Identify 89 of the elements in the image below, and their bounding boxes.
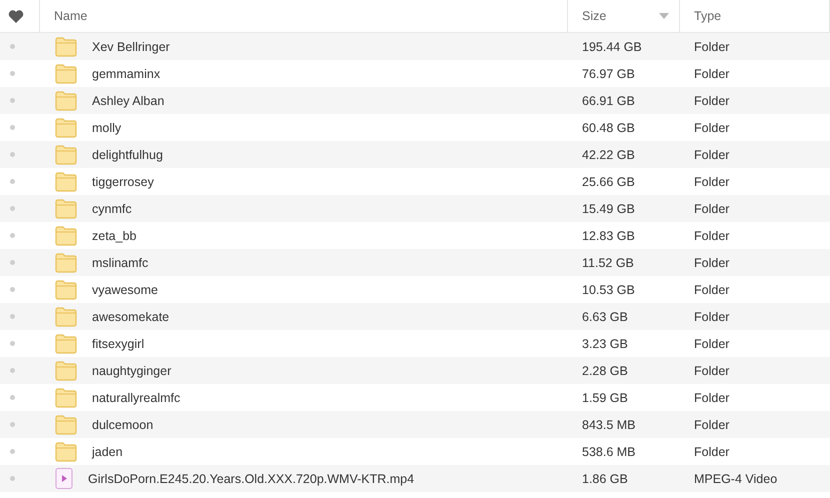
folder-icon bbox=[55, 442, 77, 462]
bullet-icon bbox=[10, 44, 14, 49]
folder-icon bbox=[55, 144, 77, 164]
file-type: Folder bbox=[694, 228, 730, 242]
bullet-icon bbox=[10, 206, 14, 211]
file-type: MPEG-4 Video bbox=[694, 472, 778, 486]
file-size: 11.52 GB bbox=[582, 256, 634, 270]
folder-icon bbox=[55, 360, 77, 380]
column-header[interactable]: Size bbox=[582, 9, 606, 23]
bullet-icon bbox=[10, 449, 14, 454]
file-type: Folder bbox=[694, 148, 730, 162]
folder-icon bbox=[55, 334, 77, 354]
bullet-icon bbox=[10, 395, 14, 400]
bullet-icon bbox=[10, 260, 14, 265]
file-type: Folder bbox=[694, 120, 730, 134]
file-size: 843.5 MB bbox=[582, 418, 636, 432]
folder-icon bbox=[55, 36, 77, 56]
folder-icon bbox=[55, 306, 77, 326]
file-name[interactable]: tiggerrosey bbox=[92, 174, 154, 188]
file-size: 25.66 GB bbox=[582, 174, 635, 188]
video-file-icon bbox=[55, 468, 73, 489]
file-name[interactable]: GirlsDoPorn.E245.20.Years.Old.XXX.720p.WMV-KTR.mp4 bbox=[88, 472, 414, 486]
file-size: 6.63 GB bbox=[582, 310, 628, 324]
column-header[interactable]: Type bbox=[694, 9, 722, 23]
bullet-icon bbox=[10, 368, 14, 373]
file-name[interactable]: gemmaminx bbox=[92, 66, 160, 80]
folder-icon bbox=[55, 226, 77, 246]
file-size: 66.91 GB bbox=[582, 94, 635, 108]
file-size: 1.86 GB bbox=[582, 472, 628, 486]
file-size: 42.22 GB bbox=[582, 148, 635, 162]
file-size: 15.49 GB bbox=[582, 202, 635, 216]
file-name[interactable]: Xev Bellringer bbox=[92, 40, 170, 54]
folder-icon bbox=[55, 172, 77, 192]
file-name[interactable]: molly bbox=[92, 120, 122, 134]
folder-icon bbox=[55, 64, 77, 84]
file-type: Folder bbox=[694, 40, 730, 54]
file-name[interactable]: naturallyrealmfc bbox=[92, 390, 180, 404]
file-type: Folder bbox=[694, 364, 730, 378]
file-type: Folder bbox=[694, 202, 730, 216]
file-size: 1.59 GB bbox=[582, 390, 628, 404]
file-name[interactable]: dulcemoon bbox=[92, 418, 154, 432]
bullet-icon bbox=[10, 98, 14, 103]
file-size: 12.83 GB bbox=[582, 228, 635, 242]
file-type: Folder bbox=[694, 418, 730, 432]
folder-icon bbox=[55, 198, 77, 218]
file-type: Folder bbox=[694, 336, 730, 350]
bullet-icon bbox=[10, 71, 14, 76]
file-name[interactable]: awesomekate bbox=[92, 310, 170, 324]
file-size: 3.23 GB bbox=[582, 336, 628, 350]
file-size: 60.48 GB bbox=[582, 120, 635, 134]
folder-icon bbox=[55, 414, 77, 434]
folder-icon bbox=[55, 90, 77, 110]
bullet-icon bbox=[10, 152, 14, 157]
file-name[interactable]: mslinamfc bbox=[92, 256, 148, 270]
bullet-icon bbox=[10, 233, 14, 238]
file-type: Folder bbox=[694, 94, 730, 108]
column-header[interactable]: Name bbox=[54, 9, 88, 23]
folder-icon bbox=[55, 252, 77, 272]
bullet-icon bbox=[10, 341, 14, 346]
file-name[interactable]: naughtyginger bbox=[92, 364, 172, 378]
heart-icon bbox=[8, 8, 24, 24]
file-size: 2.28 GB bbox=[582, 364, 628, 378]
file-name[interactable]: Ashley Alban bbox=[92, 94, 164, 108]
file-size: 538.6 MB bbox=[582, 444, 636, 458]
folder-icon bbox=[55, 388, 77, 408]
file-name[interactable]: fitsexygirl bbox=[92, 336, 144, 350]
file-name[interactable]: vyawesome bbox=[92, 282, 158, 296]
file-size: 10.53 GB bbox=[582, 282, 635, 296]
bullet-icon bbox=[10, 125, 14, 130]
file-name[interactable]: delightfulhug bbox=[92, 148, 163, 162]
file-type: Folder bbox=[694, 390, 730, 404]
bullet-icon bbox=[10, 179, 14, 184]
file-type: Folder bbox=[694, 282, 730, 296]
file-type: Folder bbox=[694, 66, 730, 80]
bullet-icon bbox=[10, 287, 14, 292]
file-name[interactable]: cynmfc bbox=[92, 202, 132, 216]
file-size: 76.97 GB bbox=[582, 66, 635, 80]
folder-icon bbox=[55, 118, 77, 138]
file-name[interactable]: jaden bbox=[92, 444, 123, 458]
file-size: 195.44 GB bbox=[582, 40, 642, 54]
file-type: Folder bbox=[694, 310, 730, 324]
file-type: Folder bbox=[694, 444, 730, 458]
file-type: Folder bbox=[694, 174, 730, 188]
bullet-icon bbox=[10, 476, 14, 481]
folder-icon bbox=[55, 280, 77, 300]
bullet-icon bbox=[10, 422, 14, 427]
file-name[interactable]: zeta_bb bbox=[92, 228, 136, 242]
bullet-icon bbox=[10, 314, 14, 319]
file-type: Folder bbox=[694, 256, 730, 270]
